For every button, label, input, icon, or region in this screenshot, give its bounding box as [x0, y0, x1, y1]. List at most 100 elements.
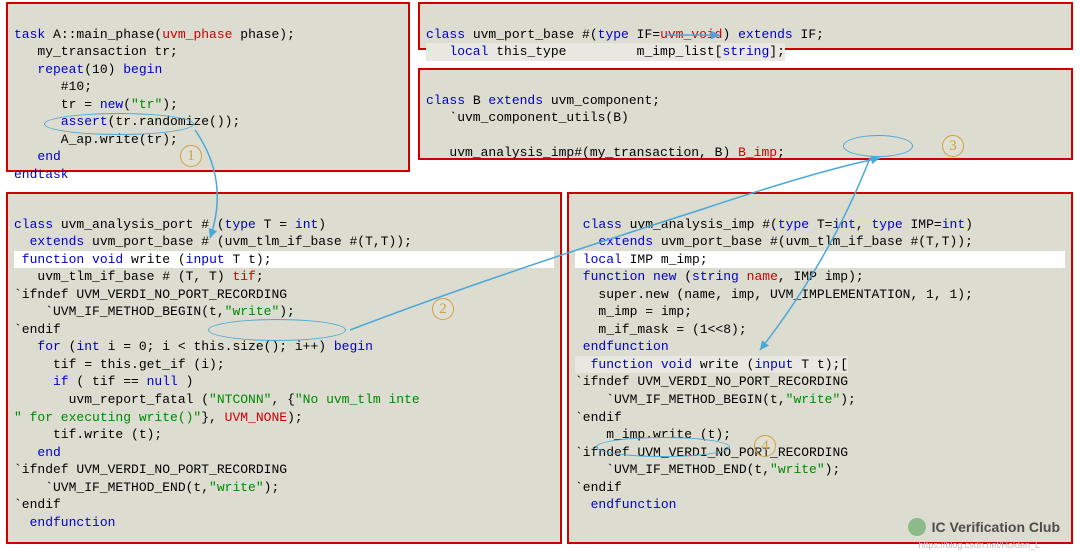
- hl: function void write (input T t);[: [575, 356, 848, 374]
- t: },: [201, 410, 224, 425]
- t: uvm_report_fatal (: [14, 392, 209, 407]
- ty: B_imp: [738, 145, 777, 160]
- kw: repeat: [14, 62, 84, 77]
- t: , {: [271, 392, 294, 407]
- footnote: https://blog.csdn.net/Holden_L: [918, 540, 1040, 550]
- t: `UVM_IF_METHOD_END(t,: [575, 462, 770, 477]
- t: uvm_component;: [543, 93, 660, 108]
- t: i = 0; i < this.size(); i++): [100, 339, 334, 354]
- kw: begin: [123, 62, 162, 77]
- t: (: [123, 97, 131, 112]
- t: IF=: [629, 27, 660, 42]
- str: "write": [770, 462, 825, 477]
- kw: begin: [334, 339, 373, 354]
- kw: type: [871, 217, 902, 232]
- t: ( tif ==: [69, 374, 147, 389]
- ty: tif: [232, 269, 255, 284]
- t: [739, 269, 747, 284]
- ellipse-2: [208, 319, 346, 341]
- kw: int: [76, 339, 99, 354]
- t: `endif: [575, 480, 622, 495]
- str: "write": [209, 480, 264, 495]
- kw: class: [426, 93, 465, 108]
- t: ];: [769, 44, 785, 59]
- t: );: [287, 410, 303, 425]
- kw: type: [778, 217, 809, 232]
- kw: local: [575, 252, 622, 267]
- t: uvm_analysis_imp #(: [622, 217, 778, 232]
- kw: end: [14, 149, 61, 164]
- t: my_transaction tr;: [14, 44, 178, 59]
- t: `uvm_component_utils(B): [426, 110, 629, 125]
- t: `UVM_IF_METHOD_BEGIN(t,: [14, 304, 225, 319]
- hl: function void write (input T t);: [14, 251, 554, 269]
- t: uvm_tlm_if_base # (T, T): [14, 269, 232, 284]
- t: ): [318, 217, 326, 232]
- ty: uvm_phase: [162, 27, 232, 42]
- kw: function: [14, 252, 84, 267]
- kw: input: [186, 252, 225, 267]
- str: "tr": [131, 97, 162, 112]
- t: `ifndef UVM_VERDI_NO_PORT_RECORDING: [14, 462, 287, 477]
- t: IMP=: [903, 217, 942, 232]
- kw: void: [661, 357, 692, 372]
- t: ): [965, 217, 973, 232]
- kw: endtask: [14, 167, 69, 182]
- t: m_if_mask = (1<<8);: [575, 322, 747, 337]
- kw: task: [14, 27, 45, 42]
- t: [84, 252, 92, 267]
- t: tif.write (t);: [14, 427, 162, 442]
- t: );: [840, 392, 856, 407]
- code-box-analysis-imp: class uvm_analysis_imp #(type T=int, typ…: [567, 192, 1073, 544]
- circle-num-3: 3: [942, 135, 964, 157]
- t: (: [676, 269, 692, 284]
- t: );: [825, 462, 841, 477]
- t: `endif: [575, 410, 622, 425]
- t: [653, 357, 661, 372]
- t: `ifndef UVM_VERDI_NO_PORT_RECORDING: [14, 287, 287, 302]
- kw: for: [14, 339, 61, 354]
- t: uvm_analysis_imp#(my_transaction, B): [426, 145, 738, 160]
- t: `endif: [14, 497, 61, 512]
- circle-num-4: 4: [754, 435, 776, 457]
- t: IF;: [793, 27, 824, 42]
- kw: endfunction: [14, 515, 115, 530]
- kw: extends: [738, 27, 793, 42]
- t: );: [162, 97, 178, 112]
- str: "write": [225, 304, 280, 319]
- t: ;: [256, 269, 264, 284]
- t: ): [178, 374, 194, 389]
- hl: local this_type m_imp_list[string];: [426, 43, 785, 61]
- ty: UVM_NONE: [225, 410, 287, 425]
- str: "write": [786, 392, 841, 407]
- hl: local IMP m_imp;: [575, 251, 1065, 269]
- str: "No uvm_tlm inte: [295, 392, 420, 407]
- kw: endfunction: [575, 497, 676, 512]
- kw: null: [147, 374, 178, 389]
- t: uvm_analysis_port # (: [53, 217, 225, 232]
- code-box-port-base: class uvm_port_base #(type IF=uvm_void) …: [418, 2, 1073, 50]
- kw: function: [575, 357, 653, 372]
- code-box-class-b: class B extends uvm_component; `uvm_comp…: [418, 68, 1073, 160]
- t: write (: [692, 357, 754, 372]
- kw: input: [754, 357, 793, 372]
- ty: uvm_void: [660, 27, 722, 42]
- t: (: [61, 339, 77, 354]
- t: tr =: [14, 97, 100, 112]
- kw: int: [295, 217, 318, 232]
- t: (10): [84, 62, 123, 77]
- code-box-analysis-port: class uvm_analysis_port # (type T = int)…: [6, 192, 562, 544]
- circle-num-2: 2: [432, 298, 454, 320]
- t: uvm_port_base # (uvm_tlm_if_base #(T,T))…: [84, 234, 412, 249]
- t: );: [264, 480, 280, 495]
- kw: type: [225, 217, 256, 232]
- str: "NTCONN": [209, 392, 271, 407]
- t: T=: [809, 217, 832, 232]
- t: uvm_port_base #(uvm_tlm_if_base #(T,T));: [653, 234, 973, 249]
- t: IMP m_imp;: [622, 252, 708, 267]
- wechat-icon: [908, 518, 926, 536]
- code-box-task-a: task A::main_phase(uvm_phase phase); my_…: [6, 2, 410, 172]
- kw: function: [575, 269, 645, 284]
- kw: new: [653, 269, 676, 284]
- t: ;: [777, 145, 785, 160]
